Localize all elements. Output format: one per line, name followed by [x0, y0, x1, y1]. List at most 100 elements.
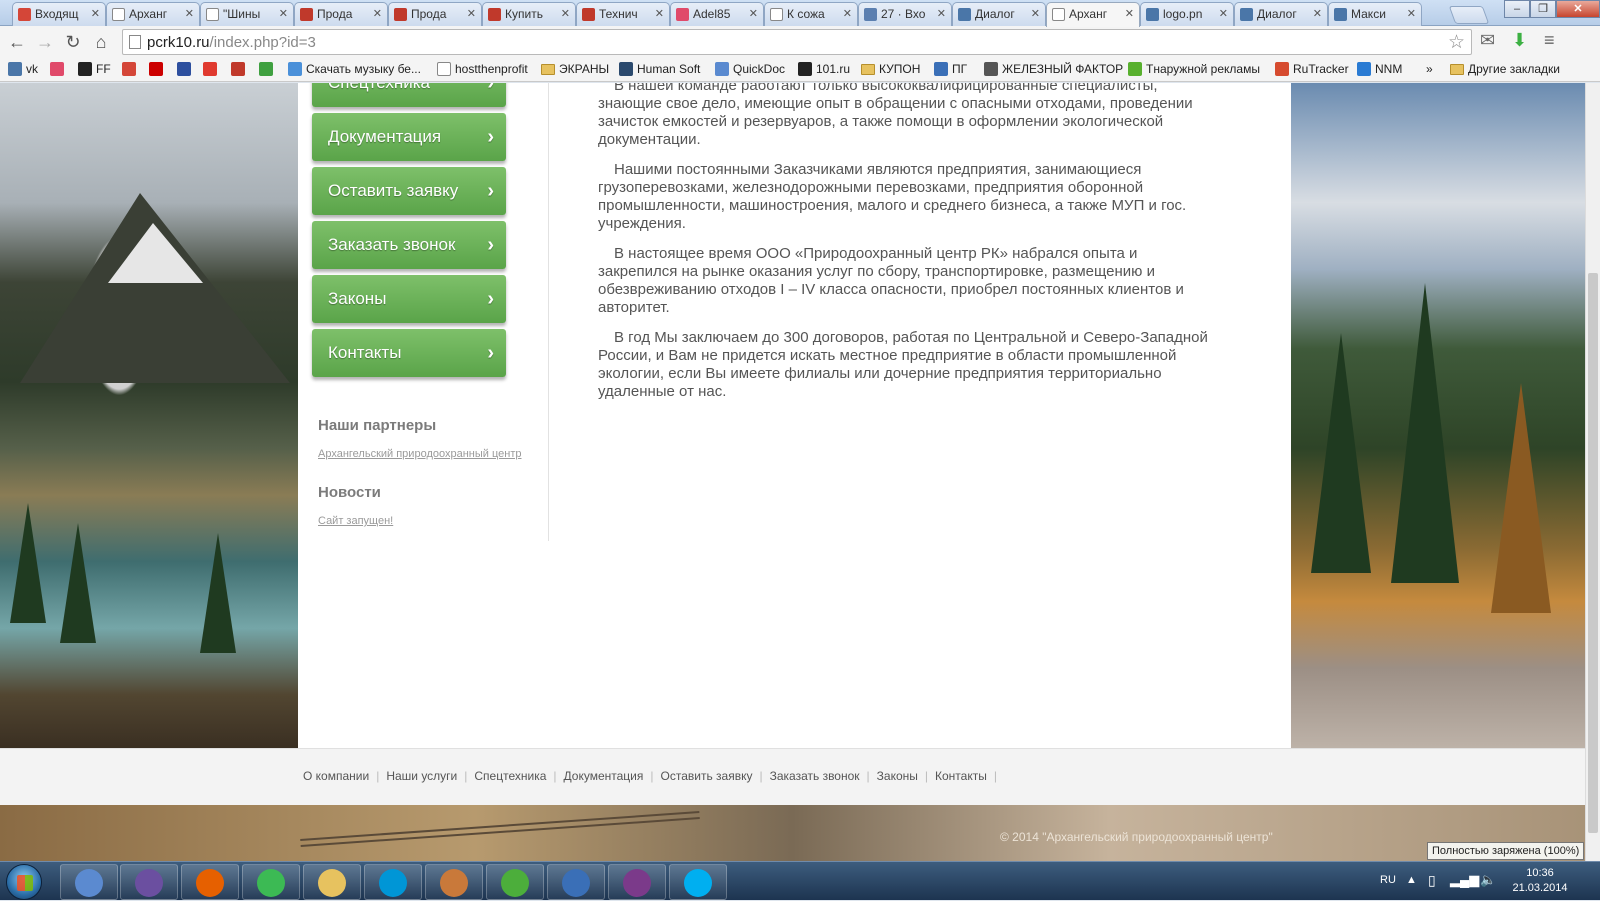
- taskbar-app-winrar[interactable]: [608, 864, 666, 900]
- close-tab-icon[interactable]: ✕: [561, 7, 570, 20]
- tab-12[interactable]: Арханг ✕: [1046, 2, 1140, 27]
- volume-icon[interactable]: 🔈: [1480, 872, 1496, 888]
- menu-button-4[interactable]: Заказать звонок ›: [312, 221, 506, 269]
- close-tab-icon[interactable]: ✕: [1219, 7, 1228, 20]
- tab-1[interactable]: Входящ ✕: [12, 2, 106, 26]
- new-tab-button[interactable]: [1448, 6, 1490, 24]
- tab-13[interactable]: logo.pn ✕: [1140, 2, 1234, 26]
- footer-link[interactable]: О компании: [303, 769, 369, 783]
- bookmark-item[interactable]: [50, 62, 68, 76]
- scrollbar-thumb[interactable]: [1588, 273, 1598, 833]
- bookmark-item[interactable]: [177, 62, 195, 76]
- footer-link[interactable]: Наши услуги: [386, 769, 457, 783]
- mail-extension-icon[interactable]: ✉: [1480, 30, 1495, 51]
- bookmark-item[interactable]: КУПОН: [861, 62, 920, 76]
- tab-14[interactable]: Диалог ✕: [1234, 2, 1328, 26]
- tab-3[interactable]: "Шины ✕: [200, 2, 294, 26]
- bookmark-item[interactable]: QuickDoc: [715, 62, 785, 76]
- menu-button-2[interactable]: Документация ›: [312, 113, 506, 161]
- network-icon[interactable]: ▂▄▆: [1450, 872, 1479, 888]
- home-icon[interactable]: ⌂: [90, 31, 112, 53]
- forward-icon[interactable]: →: [34, 31, 56, 53]
- tab-5[interactable]: Прода ✕: [388, 2, 482, 26]
- tab-4[interactable]: Прода ✕: [294, 2, 388, 26]
- footer-link[interactable]: Заказать звонок: [770, 769, 860, 783]
- close-window-button[interactable]: ✕: [1556, 0, 1600, 18]
- tab-2[interactable]: Арханг ✕: [106, 2, 200, 26]
- download-extension-icon[interactable]: ⬇: [1512, 30, 1527, 51]
- tab-15[interactable]: Макси ✕: [1328, 2, 1422, 26]
- tab-11[interactable]: Диалог ✕: [952, 2, 1046, 26]
- bookmark-item[interactable]: FF: [78, 62, 111, 76]
- tab-6[interactable]: Купить ✕: [482, 2, 576, 26]
- system-clock[interactable]: 10:36 21.03.2014: [1500, 866, 1580, 896]
- bookmark-item[interactable]: ЖЕЛЕЗНЫЙ ФАКТОР: [984, 62, 1123, 76]
- close-tab-icon[interactable]: ✕: [91, 7, 100, 20]
- page-scrollbar[interactable]: [1585, 83, 1600, 861]
- close-tab-icon[interactable]: ✕: [467, 7, 476, 20]
- footer-link[interactable]: Контакты: [935, 769, 987, 783]
- taskbar-app-presentation[interactable]: [425, 864, 483, 900]
- bookmark-item[interactable]: Human Soft: [619, 62, 700, 76]
- tab-8[interactable]: Adel85 ✕: [670, 2, 764, 26]
- tab-7[interactable]: Технич ✕: [576, 2, 670, 26]
- bookmark-item[interactable]: Скачать музыку бе...: [288, 62, 421, 76]
- bookmark-item[interactable]: [149, 62, 167, 76]
- bookmark-item[interactable]: [231, 62, 249, 76]
- bookmark-item[interactable]: [203, 62, 221, 76]
- close-tab-icon[interactable]: ✕: [279, 7, 288, 20]
- close-tab-icon[interactable]: ✕: [185, 7, 194, 20]
- bookmark-star-icon[interactable]: ☆: [1448, 31, 1465, 54]
- battery-icon[interactable]: ▯: [1428, 872, 1436, 889]
- taskbar-app-skype[interactable]: [669, 864, 727, 900]
- news-link[interactable]: Сайт запущен!: [318, 515, 393, 527]
- close-tab-icon[interactable]: ✕: [1313, 7, 1322, 20]
- taskbar-app-notepad[interactable]: [60, 864, 118, 900]
- footer-link[interactable]: Документация: [564, 769, 644, 783]
- partners-link[interactable]: Архангельский природоохранный центр: [318, 448, 522, 460]
- close-tab-icon[interactable]: ✕: [749, 7, 758, 20]
- menu-button-3[interactable]: Оставить заявку ›: [312, 167, 506, 215]
- close-tab-icon[interactable]: ✕: [1125, 7, 1134, 20]
- close-tab-icon[interactable]: ✕: [1031, 7, 1040, 20]
- taskbar-app-explorer[interactable]: [303, 864, 361, 900]
- menu-icon[interactable]: ≡: [1544, 30, 1555, 51]
- bookmark-item[interactable]: ПГ: [934, 62, 967, 76]
- tray-expand-icon[interactable]: ▲: [1406, 874, 1417, 886]
- taskbar-app-firefox[interactable]: [181, 864, 239, 900]
- bookmark-item[interactable]: NNM: [1357, 62, 1402, 76]
- bookmark-item[interactable]: 101.ru: [798, 62, 850, 76]
- bookmark-item[interactable]: Тнаружной рекламы: [1128, 62, 1260, 76]
- language-indicator[interactable]: RU: [1380, 874, 1396, 886]
- address-bar[interactable]: pcrk10.ru/index.php?id=3 ☆: [122, 29, 1472, 55]
- taskbar-app-visual-studio[interactable]: [120, 864, 178, 900]
- bookmark-item[interactable]: hostthenprofit: [437, 62, 528, 76]
- maximize-button[interactable]: ❐: [1530, 0, 1556, 18]
- bookmark-item[interactable]: vk: [8, 62, 38, 76]
- tab-10[interactable]: 27 · Вхо ✕: [858, 2, 952, 26]
- menu-button-6[interactable]: Контакты ›: [312, 329, 506, 377]
- taskbar-app-chrome[interactable]: [242, 864, 300, 900]
- minimize-button[interactable]: –: [1504, 0, 1530, 18]
- bookmarks-overflow-button[interactable]: »: [1426, 62, 1433, 76]
- footer-link[interactable]: Спецтехника: [474, 769, 546, 783]
- tab-9[interactable]: К сожа ✕: [764, 2, 858, 26]
- back-icon[interactable]: ←: [6, 31, 28, 53]
- bookmark-item[interactable]: RuTracker: [1275, 62, 1349, 76]
- bookmark-item[interactable]: [259, 62, 277, 76]
- menu-button-1[interactable]: Спецтехника ›: [312, 83, 506, 107]
- close-tab-icon[interactable]: ✕: [373, 7, 382, 20]
- close-tab-icon[interactable]: ✕: [1407, 7, 1416, 20]
- footer-link[interactable]: Оставить заявку: [661, 769, 753, 783]
- reload-icon[interactable]: ↻: [62, 31, 84, 53]
- taskbar-app-security[interactable]: [547, 864, 605, 900]
- footer-link[interactable]: Законы: [877, 769, 918, 783]
- taskbar-app-hp[interactable]: [364, 864, 422, 900]
- taskbar-app-utorrent[interactable]: [486, 864, 544, 900]
- close-tab-icon[interactable]: ✕: [937, 7, 946, 20]
- menu-button-5[interactable]: Законы ›: [312, 275, 506, 323]
- start-button[interactable]: [6, 864, 42, 900]
- bookmark-item[interactable]: [122, 62, 140, 76]
- bookmark-item[interactable]: ЭКРАНЫ: [541, 62, 609, 76]
- other-bookmarks[interactable]: Другие закладки: [1450, 62, 1560, 76]
